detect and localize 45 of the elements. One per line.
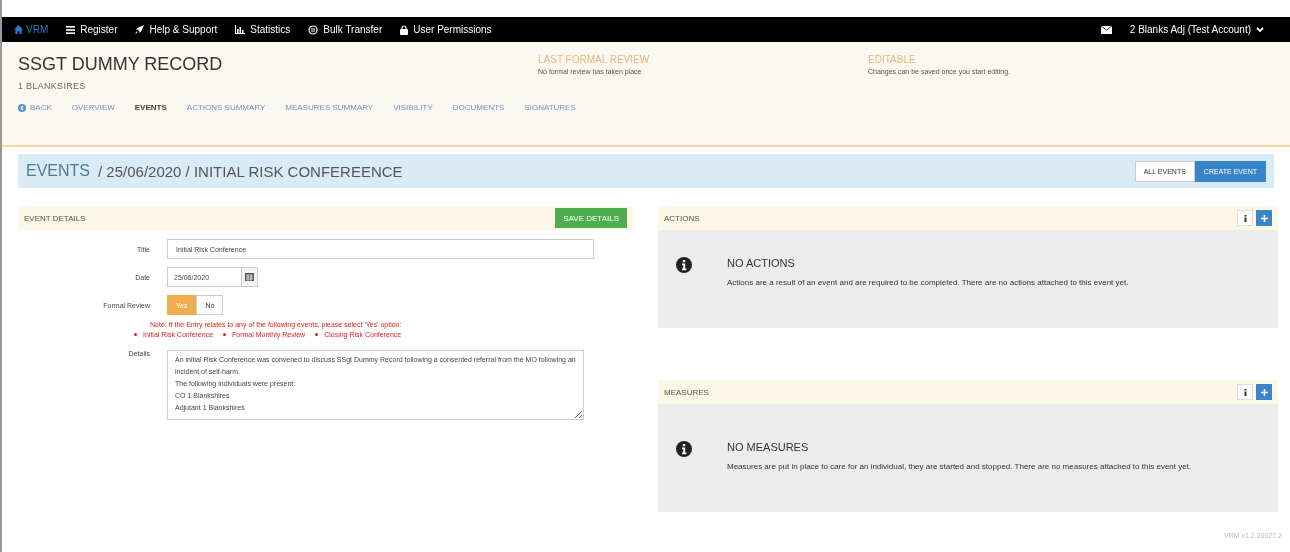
empty-title: NO MEASURES [727,441,810,453]
bar-chart-icon [235,25,246,34]
plus-icon [1260,214,1268,222]
info-icon [676,257,692,273]
record-subtitle: 1 BLANKSIRES [18,81,87,91]
empty-description: Actions are a result of an event and are required to be completed. There are no actions attached to this event yet. [727,278,1130,287]
bullet-icon [223,333,227,336]
record-title: SSGT DUMMY RECORD [18,54,224,75]
user-menu[interactable]: 2 Blanks Adj (Test Account) [1129,24,1264,35]
status-heading: EDITABLE [868,54,917,65]
nav-link[interactable]: Register [66,24,118,35]
nav-link[interactable]: Bulk Transfer [308,24,383,35]
add-button[interactable] [1256,210,1272,226]
status-heading: LAST FORMAL REVIEW [538,54,651,65]
panel-title: EVENT DETAILS [24,213,87,223]
add-button[interactable] [1256,384,1272,400]
info-icon [1243,214,1247,222]
info-button[interactable] [1237,210,1253,226]
menu-icon [66,25,76,34]
panel-title: MEASURES [664,387,710,397]
calendar-icon [245,273,254,281]
bullet-icon [315,333,319,336]
breadcrumb-path: / 25/06/2020 / INITIAL RISK CONFEREENCE [98,162,403,180]
plus-icon [1260,388,1268,396]
transfer-icon [308,24,319,35]
nav-link[interactable]: Help & Support [135,24,218,35]
empty-description: Measures are put in place to care for an individual, they are started and stopped. There are no measures attached to this event yet. [727,462,1193,471]
nav-link[interactable]: Statistics [235,24,291,35]
home-link[interactable]: VRM [14,24,49,35]
chevron-down-icon [1256,26,1264,33]
info-icon [1243,388,1247,396]
calendar-button[interactable] [242,267,258,287]
bullet-icon [134,333,137,336]
info-button[interactable] [1237,384,1253,400]
nav-link[interactable]: User Permissions [400,24,492,35]
empty-title: NO ACTIONS [727,257,796,269]
lock-icon [400,24,409,35]
envelope-icon[interactable] [1100,25,1112,34]
breadcrumb-root[interactable]: EVENTS [26,162,90,180]
record-tab[interactable]: EVENTS [134,103,167,112]
home-icon [14,25,23,34]
panel-title: ACTIONS [664,213,701,223]
back-icon [18,103,26,112]
rocket-icon [135,25,145,34]
info-icon [676,441,692,457]
